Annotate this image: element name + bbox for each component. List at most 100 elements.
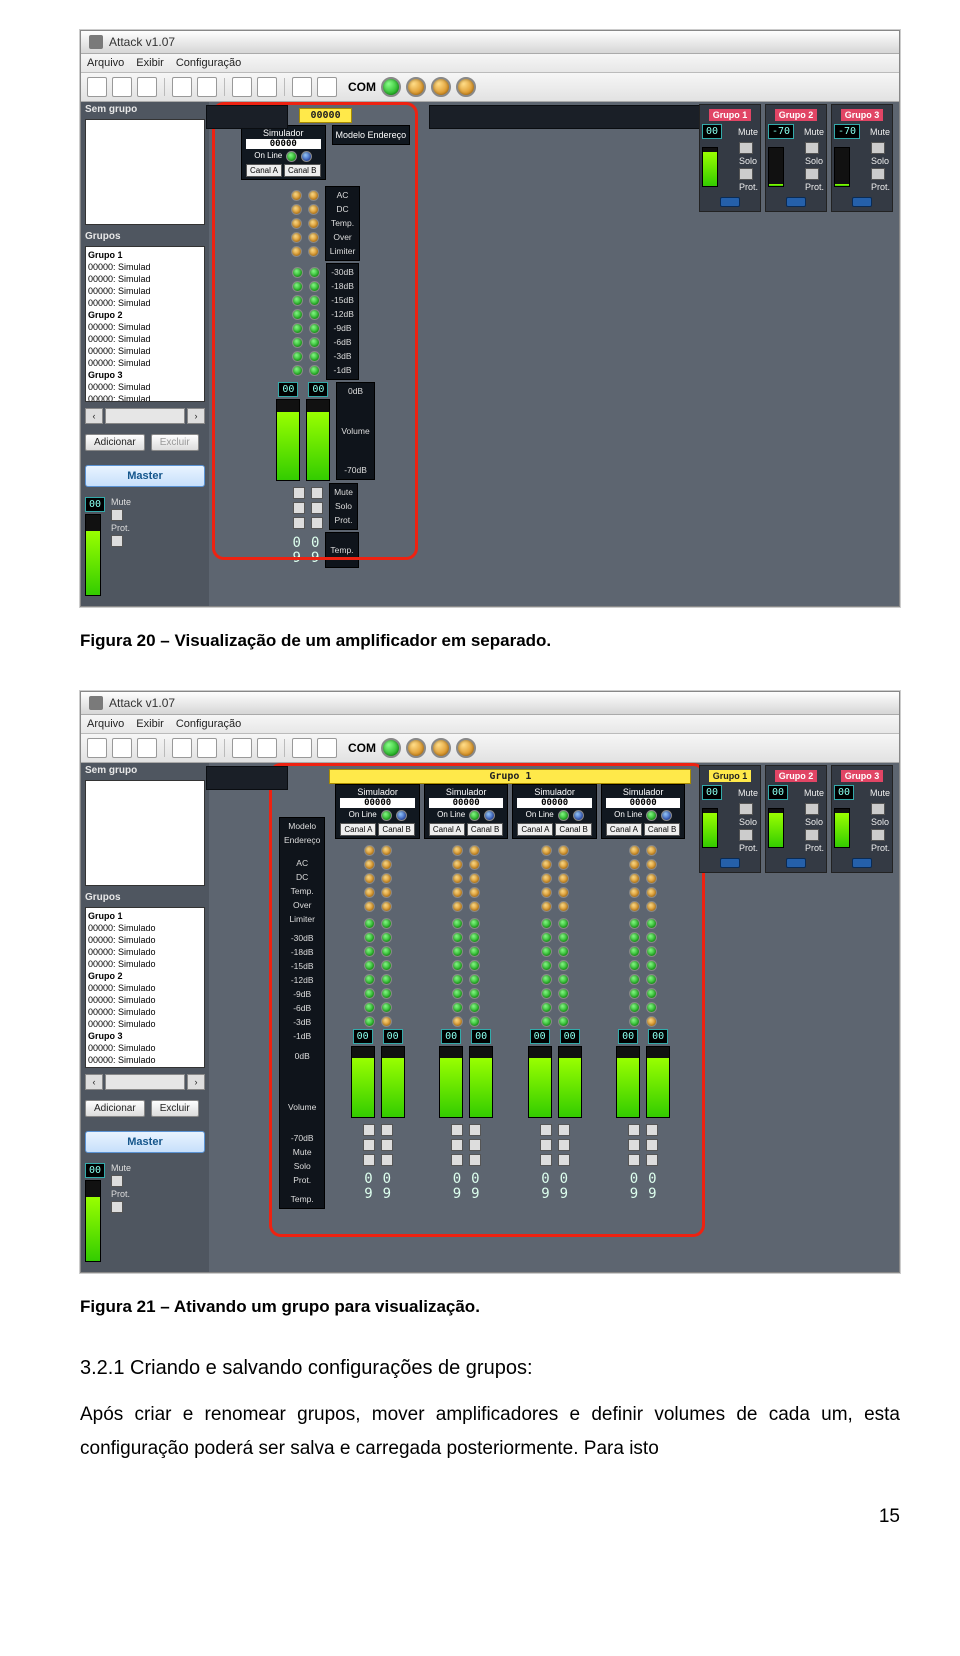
status-led [301, 151, 312, 162]
db-led-columns [292, 267, 320, 376]
menu-configuracao[interactable]: Configuração [176, 57, 241, 69]
screenshot-figura-21: Attack v1.07 Arquivo Exibir Configuração… [80, 691, 900, 1273]
master-button[interactable]: Master [85, 465, 205, 487]
scroll-right-icon[interactable]: › [187, 1074, 205, 1090]
simulator-strips: Simulador00000 On Line Canal ACanal B 00… [335, 784, 685, 1201]
mute-label: Mute [111, 497, 131, 507]
group-panel-2[interactable]: Grupo 2 -70Mute SoloProt. [765, 104, 827, 212]
com-label: COM [348, 80, 376, 94]
app-icon [89, 696, 103, 710]
toolbar-button[interactable] [292, 738, 312, 758]
scroll-track[interactable] [105, 408, 185, 424]
window-titlebar: Attack v1.07 [81, 31, 899, 54]
menu-arquivo[interactable]: Arquivo [87, 718, 124, 730]
group-panel-1[interactable]: Grupo 1 00Mute SoloProt. [699, 765, 761, 873]
model-box: Modelo Endereço [332, 125, 411, 145]
toolbar-button[interactable] [87, 738, 107, 758]
adicionar-button[interactable]: Adicionar [85, 434, 145, 451]
dark-strip [206, 105, 288, 129]
toolbar-button[interactable] [137, 738, 157, 758]
row-labels: ModeloEndereço ACDCTemp.OverLimiter -30d… [279, 817, 325, 1209]
vol-display-a: 00 [278, 382, 298, 397]
group-panel-3[interactable]: Grupo 3 00Mute SoloProt. [831, 765, 893, 873]
channel-a-button[interactable]: Canal A [246, 164, 282, 177]
sidebar-grupos-list[interactable]: Grupo 1 00000: Simulado00000: Simulado00… [85, 907, 205, 1068]
prot-label: Prot. [111, 523, 131, 533]
scroll-left-icon[interactable]: ‹ [85, 408, 103, 424]
group-panels: Grupo 1 00Mute SoloProt. Grupo 2 00Mute … [699, 765, 893, 873]
simulator-box: Simulador 00000 On Line Canal A Canal B [241, 125, 326, 180]
group-panel-3[interactable]: Grupo 3 -70Mute SoloProt. [831, 104, 893, 212]
endereco-label: Endereço [368, 130, 407, 140]
excluir-button[interactable]: Excluir [151, 434, 199, 451]
com-led-green [381, 77, 401, 97]
temp-label: Temp. [325, 532, 358, 568]
led-columns [291, 190, 319, 257]
com-led-green [381, 738, 401, 758]
sim-strip: Simulador00000 On Line Canal ACanal B 00… [424, 784, 509, 1201]
toolbar-button[interactable] [172, 77, 192, 97]
simulator-number: 00000 [246, 139, 321, 149]
group-panel-1[interactable]: Grupo 1 00Mute SoloProt. [699, 104, 761, 212]
sidebar-scrollbar[interactable]: ‹› [85, 1074, 205, 1090]
toolbar-button[interactable] [257, 77, 277, 97]
toolbar-button[interactable] [87, 77, 107, 97]
group-panel-2[interactable]: Grupo 2 00Mute SoloProt. [765, 765, 827, 873]
window-titlebar: Attack v1.07 [81, 692, 899, 715]
toolbar-button[interactable] [197, 77, 217, 97]
toolbar-button[interactable] [317, 738, 337, 758]
scroll-left-icon[interactable]: ‹ [85, 1074, 103, 1090]
volume-label-column: 0dB Volume -70dB [336, 382, 374, 480]
prot-toggle[interactable] [111, 535, 123, 547]
sidebar: Sem grupo Grupos Grupo 1 00000: Simulad … [81, 102, 209, 606]
toolbar-button[interactable] [232, 738, 252, 758]
separator [164, 78, 165, 96]
menu-exibir[interactable]: Exibir [136, 718, 164, 730]
menu-configuracao[interactable]: Configuração [176, 718, 241, 730]
sidebar: Sem grupo Grupos Grupo 1 00000: Simulado… [81, 763, 209, 1272]
sidebar-grupos-label: Grupos [81, 229, 209, 242]
group-title: Grupo 3 [841, 109, 884, 121]
sidebar-sem-grupo-label: Sem grupo [81, 763, 209, 776]
toolbar-button[interactable] [137, 77, 157, 97]
toolbar-button[interactable] [172, 738, 192, 758]
toolbar-button[interactable] [112, 738, 132, 758]
master-mini-panel: 00 Mute Prot. [85, 497, 205, 596]
menu-exibir[interactable]: Exibir [136, 57, 164, 69]
excluir-button[interactable]: Excluir [151, 1100, 199, 1117]
sidebar-grupos-list[interactable]: Grupo 1 00000: Simulad 00000: Simulad 00… [85, 246, 205, 402]
screenshot-figura-20: Attack v1.07 Arquivo Exibir Configuração… [80, 30, 900, 607]
status-label-column: ACDC Temp.Over Limiter [325, 186, 361, 261]
mute-toggle[interactable] [111, 509, 123, 521]
toolbar-button[interactable] [257, 738, 277, 758]
sidebar-scrollbar[interactable]: ‹ › [85, 408, 205, 424]
com-led-orange [431, 77, 451, 97]
group1-detail: ModeloEndereço ACDCTemp.OverLimiter -30d… [279, 769, 691, 1209]
toolbar-button[interactable] [292, 77, 312, 97]
adicionar-button[interactable]: Adicionar [85, 1100, 145, 1117]
window-title: Attack v1.07 [109, 35, 175, 49]
menubar: Arquivo Exibir Configuração [81, 715, 899, 734]
com-led-orange [456, 77, 476, 97]
toolbar-button[interactable] [232, 77, 252, 97]
group-panels: Grupo 1 00Mute SoloProt. Grupo 2 -70Mute… [699, 104, 893, 212]
toolbar-button[interactable] [197, 738, 217, 758]
channel-b-button[interactable]: Canal B [284, 164, 320, 177]
sidebar-grupos-label: Grupos [81, 890, 209, 903]
sim-strip: Simulador00000 On Line Canal ACanal B 00… [512, 784, 597, 1201]
menu-arquivo[interactable]: Arquivo [87, 57, 124, 69]
amplifier-panel: 00000 Simulador 00000 On Line Canal A Ca… [241, 108, 410, 568]
online-label: On Line [254, 151, 282, 162]
sidebar-sem-grupo-list[interactable] [85, 119, 205, 225]
toolbar-button[interactable] [112, 77, 132, 97]
simulator-label: Simulador [263, 128, 304, 138]
com-led-orange [456, 738, 476, 758]
master-button[interactable]: Master [85, 1131, 205, 1153]
sidebar-sem-grupo-list[interactable] [85, 780, 205, 886]
com-led-orange [406, 77, 426, 97]
sidebar-sem-grupo-label: Sem grupo [81, 102, 209, 115]
window-title: Attack v1.07 [109, 696, 175, 710]
scroll-right-icon[interactable]: › [187, 408, 205, 424]
toolbar-button[interactable] [317, 77, 337, 97]
model-label: Modelo [336, 130, 366, 140]
